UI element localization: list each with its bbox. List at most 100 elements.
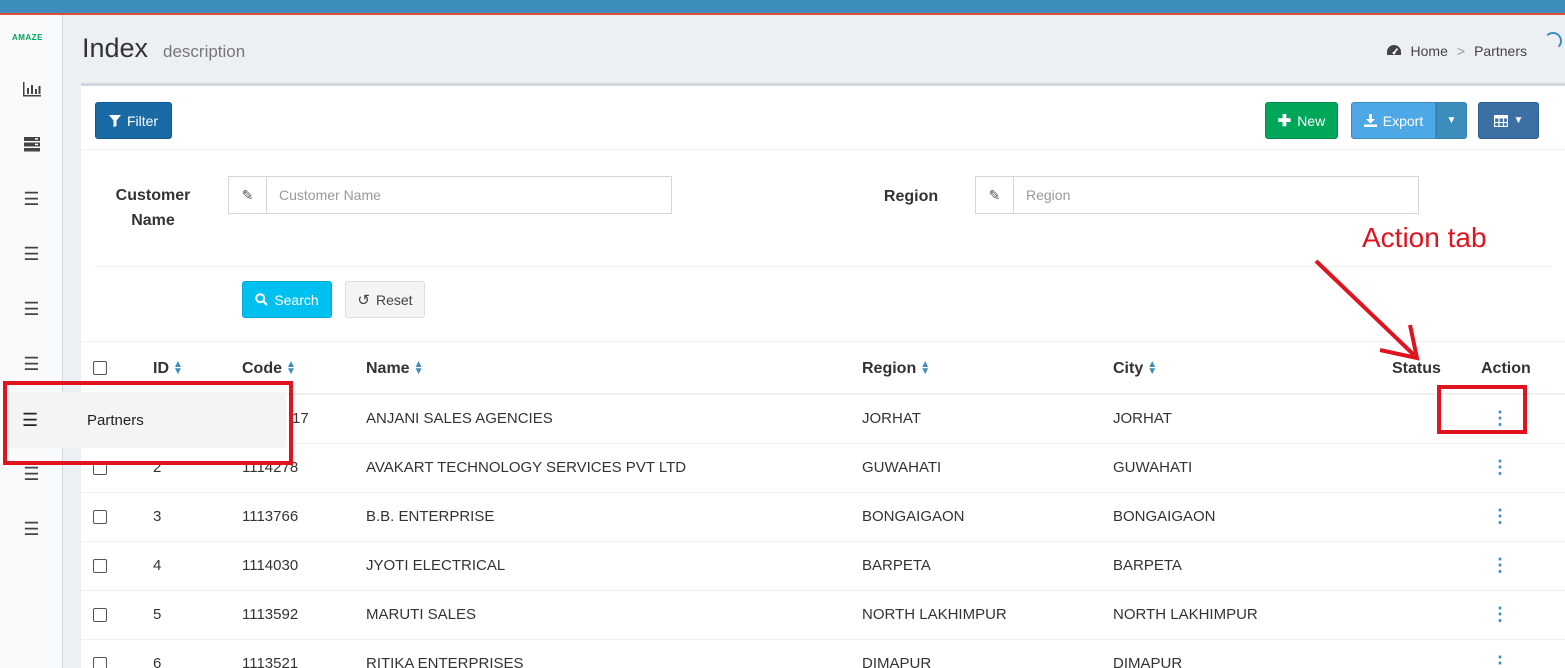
content-header: Index description Home > Partners (63, 15, 1565, 83)
table-row: 5 1113592 MARUTI SALES NORTH LAKHIMPUR N… (81, 590, 1565, 640)
bars-icon[interactable]: ☰ (0, 184, 63, 214)
caret-down-icon: ▼ (1446, 115, 1457, 126)
sort-icon: ▲ ▼ (413, 359, 424, 378)
region-field: ✎ (975, 176, 1419, 214)
cell-status (1364, 443, 1469, 493)
table-row: 3 1113766 B.B. ENTERPRISE BONGAIGAON BON… (81, 492, 1565, 542)
sidebar: AMAZE ☰ ☰ ☰ ☰ ☰ ☰ (0, 15, 63, 668)
row-checkbox[interactable] (93, 608, 107, 623)
cell-region: GUWAHATI (862, 443, 1113, 493)
breadcrumb-current: Partners (1474, 43, 1527, 59)
cell-region: BONGAIGAON (862, 492, 1113, 542)
cell-status (1364, 492, 1469, 542)
divider (81, 341, 1565, 342)
region-label: Region (883, 188, 939, 205)
cell-id: 5 (153, 590, 242, 640)
plus-icon: ✚ (1277, 112, 1292, 130)
new-button[interactable]: ✚ New (1265, 102, 1338, 139)
cell-city: DIMAPUR (1113, 639, 1364, 668)
cell-name: JYOTI ELECTRICAL (366, 541, 862, 591)
row-checkbox[interactable] (93, 657, 107, 668)
select-all-checkbox[interactable] (93, 361, 107, 376)
cell-region: JORHAT (862, 394, 1113, 444)
bars-icon[interactable]: ☰ (0, 514, 63, 544)
cell-region: BARPETA (862, 541, 1113, 591)
customer-name-label: Customer Name (115, 187, 191, 229)
annotation-highlight-box (3, 381, 293, 465)
divider (81, 149, 1565, 150)
reset-button-label: Reset (376, 291, 413, 308)
app-logo: AMAZE (12, 33, 43, 42)
page-description: description (163, 42, 246, 61)
cell-city: NORTH LAKHIMPUR (1113, 590, 1364, 640)
sort-icon: ▲ ▼ (173, 359, 183, 378)
region-input[interactable] (1014, 177, 1418, 213)
search-button-label: Search (274, 291, 319, 308)
cell-region: NORTH LAKHIMPUR (862, 590, 1113, 640)
main-box: Filter ✚ New Export ▼ ▼ Customer Name ✎ … (81, 83, 1565, 668)
server-icon[interactable] (0, 129, 63, 159)
sort-icon: ▲ ▼ (920, 359, 931, 378)
bars-icon[interactable]: ☰ (0, 294, 63, 324)
export-dropdown-button[interactable]: ▼ (1436, 102, 1467, 139)
bar-chart-icon[interactable] (0, 74, 63, 104)
search-icon (255, 293, 269, 306)
download-icon (1363, 114, 1377, 127)
search-button[interactable]: Search (242, 281, 332, 318)
table-row: 17 ANJANI SALES AGENCIES JORHAT JORHAT ⋮ (81, 394, 1565, 444)
row-checkbox[interactable] (93, 559, 107, 574)
kebab-menu-icon[interactable]: ⋮ (1491, 653, 1509, 668)
dashboard-icon (1386, 45, 1401, 55)
cell-name: ANJANI SALES AGENCIES (366, 394, 862, 444)
cell-city: BONGAIGAON (1113, 492, 1364, 542)
cell-status (1364, 590, 1469, 640)
kebab-menu-icon[interactable]: ⋮ (1491, 555, 1509, 576)
cell-status (1364, 639, 1469, 668)
reset-button[interactable]: ↺ Reset (345, 281, 425, 318)
cell-city: GUWAHATI (1113, 443, 1364, 493)
column-header-region[interactable]: Region ▲ ▼ (862, 344, 1113, 395)
export-button[interactable]: Export (1351, 102, 1436, 139)
filter-button[interactable]: Filter (95, 102, 172, 139)
table-row: 2 1114278 AVAKART TECHNOLOGY SERVICES PV… (81, 443, 1565, 493)
cell-name: MARUTI SALES (366, 590, 862, 640)
sort-icon: ▲ ▼ (286, 359, 296, 378)
cell-code: 1113766 (242, 492, 366, 542)
cell-code: 1113521 (242, 639, 366, 668)
top-navbar (0, 0, 1565, 15)
caret-down-icon: ▼ (1513, 115, 1524, 126)
columns-button[interactable]: ▼ (1478, 102, 1539, 139)
table-row: 6 1113521 RITIKA ENTERPRISES DIMAPUR DIM… (81, 639, 1565, 668)
breadcrumb-home[interactable]: Home (1411, 43, 1448, 59)
customer-name-field: ✎ (228, 176, 672, 214)
table-icon (1493, 114, 1508, 127)
new-button-label: New (1297, 112, 1326, 129)
cell-city: BARPETA (1113, 541, 1364, 591)
export-button-label: Export (1382, 112, 1424, 129)
cell-code: 1114030 (242, 541, 366, 591)
pencil-icon: ✎ (229, 177, 267, 213)
row-checkbox[interactable] (93, 510, 107, 525)
kebab-menu-icon[interactable]: ⋮ (1491, 457, 1509, 478)
cell-status (1364, 541, 1469, 591)
cell-id: 3 (153, 492, 242, 542)
column-header-city[interactable]: City ▲ ▼ (1113, 344, 1364, 395)
cell-name: B.B. ENTERPRISE (366, 492, 862, 542)
bars-icon[interactable]: ☰ (0, 349, 63, 379)
partners-table: ID ▲ ▼ Code ▲ ▼ Name ▲ ▼ Region ▲ ▼ City ▲ ▼ Statu… (81, 344, 1565, 668)
annotation-highlight-box (1437, 385, 1527, 434)
kebab-menu-icon[interactable]: ⋮ (1491, 506, 1509, 527)
bars-icon[interactable]: ☰ (0, 239, 63, 269)
column-header-name[interactable]: Name ▲ ▼ (366, 344, 862, 395)
customer-name-input[interactable] (267, 177, 671, 213)
cell-region: DIMAPUR (862, 639, 1113, 668)
table-header-row: ID ▲ ▼ Code ▲ ▼ Name ▲ ▼ Region ▲ ▼ City ▲ ▼ Statu… (81, 344, 1565, 395)
cell-id: 4 (153, 541, 242, 591)
filter-button-label: Filter (126, 112, 159, 129)
cell-code: 1113592 (242, 590, 366, 640)
breadcrumb-separator: > (1456, 43, 1466, 59)
kebab-menu-icon[interactable]: ⋮ (1491, 604, 1509, 625)
annotation-label: Action tab (1362, 222, 1487, 253)
divider (95, 266, 1552, 267)
cell-name: AVAKART TECHNOLOGY SERVICES PVT LTD (366, 443, 862, 493)
